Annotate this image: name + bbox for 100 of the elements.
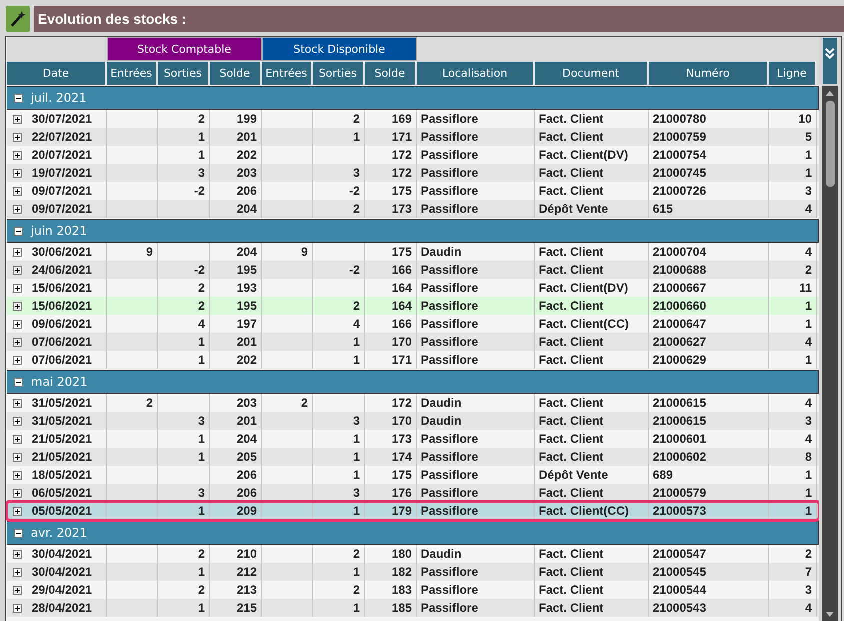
expand-icon[interactable] bbox=[13, 338, 22, 346]
table-cell: -2 bbox=[194, 184, 205, 198]
magic-wand-button[interactable] bbox=[6, 6, 30, 32]
table-row[interactable]: 19/07/2021 3 203 3 172 Passiflore Fact. Client 21000745 1 bbox=[7, 164, 819, 182]
expand-icon[interactable] bbox=[13, 470, 22, 480]
table-row[interactable]: 31/05/2021 3 201 3 170 Daudin Fact. Client 21000615 3 bbox=[7, 412, 819, 430]
collapse-icon[interactable] bbox=[14, 94, 23, 102]
table-cell: Passiflore bbox=[421, 184, 478, 198]
expand-icon[interactable] bbox=[13, 434, 22, 444]
table-cell: Passiflore bbox=[421, 565, 478, 579]
table-cell: 4 bbox=[198, 317, 205, 331]
collapse-icon[interactable] bbox=[14, 226, 23, 236]
scrollbar-thumb[interactable] bbox=[826, 101, 834, 187]
expand-icon[interactable] bbox=[13, 114, 22, 124]
expand-icon[interactable] bbox=[13, 186, 22, 196]
expand-icon[interactable] bbox=[13, 604, 22, 612]
scroll-up-icon[interactable] bbox=[826, 91, 834, 96]
table-row[interactable]: 30/04/2021 1 212 1 182 Passiflore Fact. Client 21000545 7 bbox=[7, 563, 819, 581]
table-cell: 1 bbox=[198, 353, 205, 367]
expand-icon[interactable] bbox=[13, 204, 22, 214]
panel-title: Evolution des stocks : bbox=[38, 11, 187, 27]
column-header[interactable]: Entrées bbox=[262, 62, 313, 85]
column-header[interactable]: Ligne bbox=[769, 62, 817, 85]
table-cell: Fact. Client(DV) bbox=[539, 281, 628, 295]
table-row[interactable]: 07/06/2021 1 201 1 170 Passiflore Fact. Client 21000627 4 bbox=[7, 333, 819, 351]
table-cell: 204 bbox=[236, 245, 257, 259]
column-header[interactable]: Solde bbox=[210, 62, 262, 85]
expand-icon[interactable] bbox=[13, 416, 22, 426]
month-group-header[interactable]: juin 2021 bbox=[7, 219, 819, 243]
expand-icon[interactable] bbox=[13, 568, 22, 576]
table-cell: Fact. Client bbox=[539, 486, 604, 500]
table-row[interactable]: 09/07/2021 204 2 173 Passiflore Dépôt Vente 615 4 bbox=[7, 200, 819, 218]
vertical-scrollbar[interactable] bbox=[822, 86, 838, 621]
column-group-header: Stock Disponible bbox=[262, 37, 417, 61]
selected-row[interactable]: 05/05/2021 1 209 1 179 Passiflore Fact. Client(CC) 21000573 1 bbox=[7, 502, 819, 520]
table-cell: 21000629 bbox=[653, 353, 706, 367]
collapse-icon[interactable] bbox=[14, 378, 23, 386]
month-label: juin 2021 bbox=[31, 224, 88, 238]
table-cell: 193 bbox=[236, 281, 257, 295]
date-text: 05/05/2021 bbox=[32, 504, 92, 518]
expand-icon[interactable] bbox=[13, 266, 22, 274]
scroll-down-icon[interactable] bbox=[826, 612, 834, 617]
column-header[interactable]: Date bbox=[7, 62, 107, 85]
column-header[interactable]: Sorties bbox=[313, 62, 365, 85]
table-cell: 615 bbox=[653, 202, 674, 216]
expand-icon[interactable] bbox=[13, 586, 22, 594]
table-cell: Fact. Client(CC) bbox=[539, 504, 629, 518]
table-cell: Passiflore bbox=[421, 486, 478, 500]
table-cell: 21000615 bbox=[653, 396, 706, 410]
column-header[interactable]: Entrées bbox=[107, 62, 158, 85]
table-cell: 9 bbox=[301, 245, 308, 259]
collapse-icon[interactable] bbox=[14, 528, 23, 538]
table-cell: Passiflore bbox=[421, 335, 478, 349]
month-label: mai 2021 bbox=[31, 375, 88, 389]
date-text: 30/07/2021 bbox=[32, 112, 92, 126]
expand-icon[interactable] bbox=[13, 356, 22, 364]
expand-icon[interactable] bbox=[13, 398, 22, 408]
date-text: 20/07/2021 bbox=[32, 148, 92, 162]
highlighted-row[interactable]: 15/06/2021 2 195 2 164 Passiflore Fact. Client 21000660 1 bbox=[7, 297, 819, 315]
expand-icon[interactable] bbox=[13, 284, 22, 292]
table-cell: 201 bbox=[236, 130, 257, 144]
table-cell: 213 bbox=[236, 583, 257, 597]
column-header[interactable]: Numéro bbox=[649, 62, 769, 85]
expand-icon[interactable] bbox=[13, 132, 22, 142]
table-cell: Fact. Client bbox=[539, 335, 604, 349]
table-row[interactable]: 24/06/2021 -2 195 -2 166 Passiflore Fact. Client 21000688 2 bbox=[7, 261, 819, 279]
table-cell: 21000545 bbox=[653, 565, 706, 579]
month-group-header[interactable]: juil. 2021 bbox=[7, 86, 819, 110]
table-row[interactable]: 22/07/2021 1 201 1 171 Passiflore Fact. Client 21000759 5 bbox=[7, 128, 819, 146]
expand-icon[interactable] bbox=[13, 488, 22, 498]
expand-icon[interactable] bbox=[13, 150, 22, 160]
table-cell: 2 bbox=[353, 299, 360, 313]
table-cell: Passiflore bbox=[421, 601, 478, 615]
table-cell: 201 bbox=[236, 335, 257, 349]
table-cell: 3 bbox=[353, 166, 360, 180]
expand-icon[interactable] bbox=[13, 452, 22, 462]
expand-icon[interactable] bbox=[13, 550, 22, 558]
table-cell: 1 bbox=[353, 335, 360, 349]
expand-icon[interactable] bbox=[13, 506, 22, 516]
table-cell: 2 bbox=[805, 263, 812, 277]
table-cell: Fact. Client(DV) bbox=[539, 148, 628, 162]
table-row[interactable]: 28/04/2021 1 215 1 185 Passiflore Fact. Client 21000543 4 bbox=[7, 599, 819, 617]
table-row[interactable]: 21/05/2021 1 205 1 174 Passiflore Fact. Client 21000602 8 bbox=[7, 448, 819, 466]
table-cell: Passiflore bbox=[421, 299, 478, 313]
table-cell: 183 bbox=[392, 583, 412, 597]
column-header[interactable]: Localisation bbox=[417, 62, 535, 85]
column-header[interactable]: Solde bbox=[365, 62, 417, 85]
month-group-header[interactable]: avr. 2021 bbox=[7, 521, 819, 545]
table-cell: 2 bbox=[198, 281, 205, 295]
date-text: 09/07/2021 bbox=[32, 184, 92, 198]
month-group-header[interactable]: mai 2021 bbox=[7, 370, 819, 394]
table-cell: 204 bbox=[236, 202, 257, 216]
expand-icon[interactable] bbox=[13, 320, 22, 328]
column-header[interactable]: Sorties bbox=[158, 62, 210, 85]
expand-columns-button[interactable] bbox=[823, 38, 837, 84]
table-cell: Fact. Client bbox=[539, 112, 604, 126]
column-header[interactable]: Document bbox=[535, 62, 649, 85]
expand-icon[interactable] bbox=[13, 168, 22, 178]
expand-icon[interactable] bbox=[13, 302, 22, 310]
expand-icon[interactable] bbox=[13, 248, 22, 256]
